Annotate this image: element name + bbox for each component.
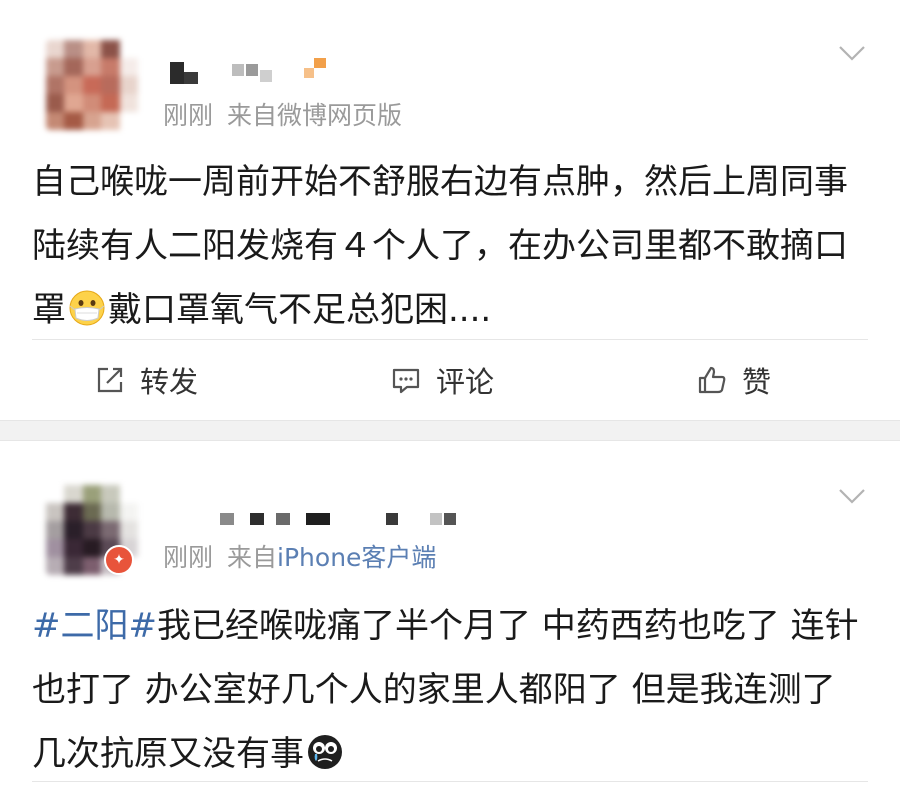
post-text-after-emoji: 戴口罩氧气不足总犯困....: [108, 290, 492, 330]
comment-label: 评论: [436, 365, 495, 399]
post-meta: 刚刚 来自微博网页版: [163, 96, 402, 132]
repost-icon: [97, 367, 123, 393]
repost-label: 转发: [140, 365, 199, 399]
weibo-post-2: ✦ 刚刚 来自iPhone客户端 #二阳#我已经喉咙痛了半个月了 中药西药也吃了 …: [0, 441, 900, 787]
mask-face-emoji-icon: [69, 290, 105, 326]
post-source-device[interactable]: 微博网页版: [277, 101, 402, 130]
post-source-device[interactable]: iPhone客户端: [277, 543, 436, 572]
comment-icon: [392, 368, 420, 394]
post-source-prefix: 来自: [227, 543, 278, 572]
divider: [32, 339, 868, 340]
feed-separator: [0, 420, 900, 441]
chevron-down-icon[interactable]: [838, 487, 866, 505]
post-source-prefix: 来自: [227, 101, 278, 130]
hashtag-link[interactable]: #二阳#: [32, 606, 157, 646]
crying-face-emoji-icon: [308, 735, 342, 769]
chevron-down-icon[interactable]: [838, 44, 866, 62]
post-content: #二阳#我已经喉咙痛了半个月了 中药西药也吃了 连针也打了 办公室好几个人的家里…: [32, 594, 868, 786]
weibo-post-1: 刚刚 来自微博网页版 自己喉咙一周前开始不舒服右边有点肿，然后上周同事陆续有人二阳…: [0, 0, 900, 420]
repost-button[interactable]: 转发: [94, 360, 198, 400]
vip-badge-icon: ✦: [104, 545, 134, 575]
divider: [32, 781, 868, 782]
username-censored[interactable]: [164, 505, 456, 531]
avatar[interactable]: [46, 40, 138, 130]
username-censored[interactable]: [164, 58, 364, 84]
post-timestamp: 刚刚: [163, 101, 214, 130]
comment-button[interactable]: 评论: [390, 360, 494, 400]
like-label: 赞: [742, 365, 772, 399]
like-button[interactable]: 赞: [696, 360, 771, 400]
post-content: 自己喉咙一周前开始不舒服右边有点肿，然后上周同事陆续有人二阳发烧有４个人了，在办…: [32, 150, 868, 342]
post-meta: 刚刚 来自iPhone客户端: [163, 538, 436, 574]
thumbs-up-icon: [698, 366, 726, 394]
post-timestamp: 刚刚: [163, 543, 214, 572]
